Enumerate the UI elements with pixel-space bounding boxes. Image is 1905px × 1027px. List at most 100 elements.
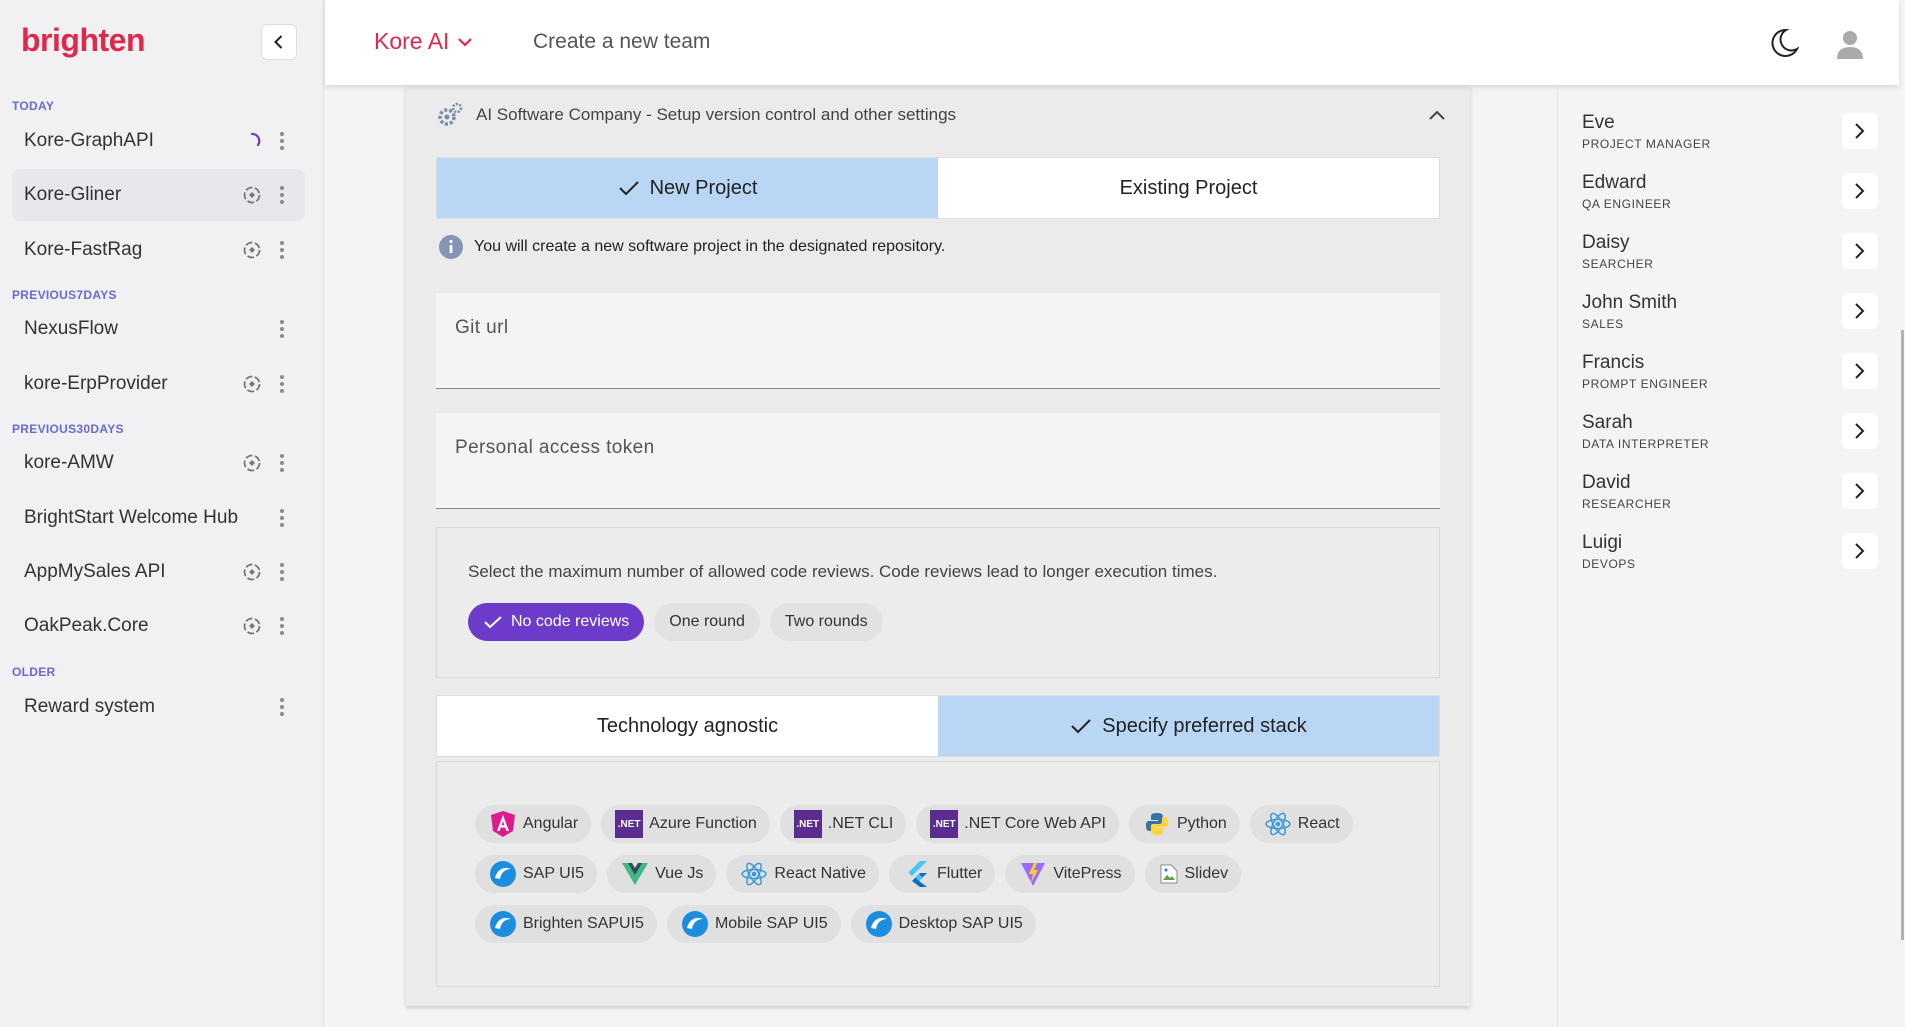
tech-label: React Native xyxy=(774,865,866,882)
tech-chip-vitepress[interactable]: VitePress xyxy=(1005,855,1135,893)
tech-chip-python[interactable]: Python xyxy=(1128,805,1240,843)
member-name: John Smith xyxy=(1582,291,1678,313)
sidebar-item-kore-gliner[interactable]: Kore-Gliner xyxy=(12,169,305,221)
more-options-icon[interactable] xyxy=(275,129,289,153)
open-member-button[interactable] xyxy=(1842,533,1878,569)
two-rounds-chip[interactable]: Two rounds xyxy=(769,603,883,641)
sidebar-item-appmysales-api[interactable]: AppMySales API xyxy=(12,546,305,598)
chip-label: No code reviews xyxy=(511,613,630,630)
loading-spinner-icon xyxy=(241,130,263,152)
chevron-up-icon[interactable] xyxy=(1428,109,1446,121)
new-project-option[interactable]: New Project xyxy=(437,158,938,218)
chevron-right-icon xyxy=(1855,123,1865,139)
open-member-button[interactable] xyxy=(1842,473,1878,509)
tech-chip-react-native[interactable]: React Native xyxy=(726,855,879,893)
sidebar-item-label: AppMySales API xyxy=(24,561,166,582)
user-avatar-icon[interactable] xyxy=(1834,28,1866,60)
tech-label: Python xyxy=(1176,815,1227,832)
sidebar-item-nexusflow[interactable]: NexusFlow xyxy=(12,303,305,355)
sidebar-item-kore-erpprovider[interactable]: kore-ErpProvider xyxy=(12,358,305,410)
code-review-options: No code reviews One round Two rounds xyxy=(468,603,883,641)
open-member-button[interactable] xyxy=(1842,353,1878,389)
tech-label: Azure Function xyxy=(649,815,757,832)
sidebar-item-oakpeak-core[interactable]: OakPeak.Core xyxy=(12,600,305,652)
chevron-right-icon xyxy=(1855,483,1865,499)
tech-chip-brighten-sapui5[interactable]: Brighten SAPUI5 xyxy=(475,905,657,943)
more-options-icon[interactable] xyxy=(275,560,289,584)
member-role: DEVOPS xyxy=(1582,556,1636,571)
sidebar-item-kore-graphapi[interactable]: Kore-GraphAPI xyxy=(12,115,305,167)
tech-label: SAP UI5 xyxy=(523,865,585,882)
open-member-button[interactable] xyxy=(1842,413,1878,449)
more-options-icon[interactable] xyxy=(275,183,289,207)
open-member-button[interactable] xyxy=(1842,293,1878,329)
personal-access-token-input[interactable]: Personal access token xyxy=(436,413,1440,509)
dark-mode-moon-icon[interactable] xyxy=(1766,25,1802,61)
git-url-input[interactable]: Git url xyxy=(436,293,1440,389)
tech-chip-angular[interactable]: Angular xyxy=(475,805,592,843)
more-options-icon[interactable] xyxy=(275,695,289,719)
no-code-reviews-chip[interactable]: No code reviews xyxy=(468,603,645,641)
more-options-icon[interactable] xyxy=(275,451,289,475)
tech-chip-flutter[interactable]: Flutter xyxy=(889,855,996,893)
page-scrollbar[interactable] xyxy=(1901,330,1904,940)
more-options-icon[interactable] xyxy=(275,614,289,638)
sidebar-item-label: Reward system xyxy=(24,696,155,717)
tech-label: Slidev xyxy=(1184,865,1229,882)
sidebar-item-brightstart-welcome-hub[interactable]: BrightStart Welcome Hub xyxy=(12,492,305,544)
section-label-previous30days: PREVIOUS30DAYS xyxy=(12,422,124,436)
member-name: Eve xyxy=(1582,111,1615,133)
tech-chip-desktop-sap-ui5[interactable]: Desktop SAP UI5 xyxy=(850,905,1036,943)
tech-chip-slidev[interactable]: Slidev xyxy=(1144,855,1242,893)
more-options-icon[interactable] xyxy=(275,238,289,262)
more-options-icon[interactable] xyxy=(275,317,289,341)
member-role: PROJECT MANAGER xyxy=(1582,136,1711,151)
open-member-button[interactable] xyxy=(1842,113,1878,149)
more-options-icon[interactable] xyxy=(275,506,289,530)
technology-agnostic-label: Technology agnostic xyxy=(596,714,779,737)
sidebar-item-kore-fastrag[interactable]: Kore-FastRag xyxy=(12,224,305,276)
card-header[interactable]: AI Software Company - Setup version cont… xyxy=(436,98,1446,132)
tech-chip-sap-ui5[interactable]: SAP UI5 xyxy=(475,855,598,893)
section-label-today: TODAY xyxy=(12,99,55,113)
broken-image-icon xyxy=(1159,860,1179,888)
collapse-sidebar-button[interactable] xyxy=(261,24,297,60)
top-header: Kore AI Create a new team xyxy=(325,0,1899,85)
tech-label: Vue Js xyxy=(655,865,704,882)
sidebar-item-kore-amw[interactable]: kore-AMW xyxy=(12,437,305,489)
sidebar-item-label: Kore-FastRag xyxy=(24,239,143,260)
org-switcher[interactable]: Kore AI xyxy=(374,28,473,55)
open-member-button[interactable] xyxy=(1842,233,1878,269)
sidebar-item-label: BrightStart Welcome Hub xyxy=(24,507,239,528)
member-role: QA ENGINEER xyxy=(1582,196,1672,211)
team-member-francis: Francis PROMPT ENGINEER xyxy=(1582,346,1878,396)
more-options-icon[interactable] xyxy=(275,372,289,396)
member-role: RESEARCHER xyxy=(1582,496,1672,511)
chevron-right-icon xyxy=(1855,183,1865,199)
one-round-chip[interactable]: One round xyxy=(654,603,760,641)
sync-status-icon xyxy=(241,373,263,395)
open-member-button[interactable] xyxy=(1842,173,1878,209)
angular-icon xyxy=(489,810,517,838)
sidebar-item-reward-system[interactable]: Reward system xyxy=(12,681,305,733)
member-role: PROMPT ENGINEER xyxy=(1582,376,1709,391)
chevron-right-icon xyxy=(1855,423,1865,439)
team-member-david: David RESEARCHER xyxy=(1582,466,1878,516)
specify-preferred-stack-option[interactable]: Specify preferred stack xyxy=(938,696,1439,756)
tech-chip-azure-function[interactable]: .NET Azure Function xyxy=(601,805,770,843)
sidebar: brighten TODAY Kore-GraphAPI Kore-Gliner… xyxy=(0,0,324,1027)
card-title: AI Software Company - Setup version cont… xyxy=(476,105,957,124)
tech-chip-dotnet-core-web-api[interactable]: .NET .NET Core Web API xyxy=(916,805,1119,843)
tech-chip-dotnet-cli[interactable]: .NET .NET CLI xyxy=(779,805,907,843)
tech-chip-react[interactable]: React xyxy=(1249,805,1353,843)
sidebar-item-label: NexusFlow xyxy=(24,318,118,339)
sap-ui5-icon xyxy=(489,910,517,938)
existing-project-option[interactable]: Existing Project xyxy=(938,158,1439,218)
python-icon xyxy=(1143,810,1171,838)
sidebar-item-label: kore-AMW xyxy=(24,452,114,473)
technology-agnostic-option[interactable]: Technology agnostic xyxy=(437,696,938,756)
tech-chip-mobile-sap-ui5[interactable]: Mobile SAP UI5 xyxy=(666,905,841,943)
chevron-right-icon xyxy=(1855,243,1865,259)
tech-label: Angular xyxy=(523,815,579,832)
tech-chip-vue-js[interactable]: Vue Js xyxy=(607,855,717,893)
